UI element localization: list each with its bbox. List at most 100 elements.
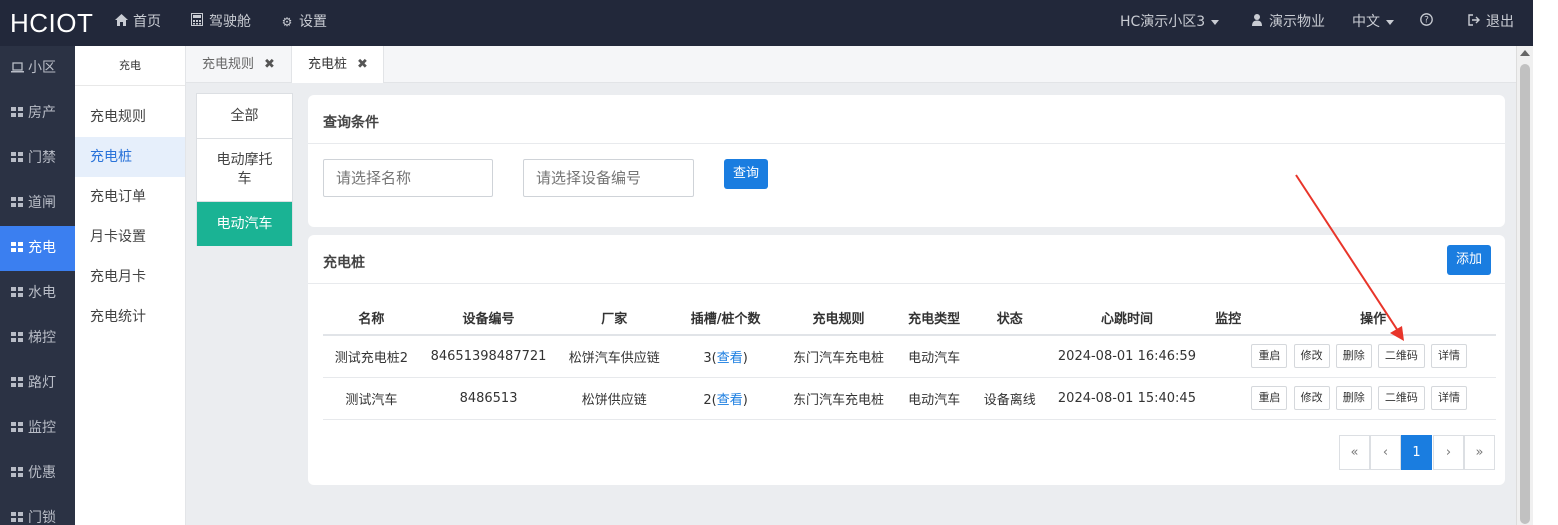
grid-icon <box>11 242 24 253</box>
language-dropdown[interactable]: 中文 <box>1352 0 1394 46</box>
sidebar-item-utility[interactable]: 水电 <box>0 271 75 316</box>
search-button[interactable]: 查询 <box>724 159 768 189</box>
page-first-button[interactable]: « <box>1339 435 1370 470</box>
qrcode-button[interactable]: 二维码 <box>1377 344 1425 369</box>
help-button[interactable]: ? <box>1420 0 1433 46</box>
chevron-down-icon <box>1211 19 1220 25</box>
nav-home[interactable]: 首页 <box>114 0 161 46</box>
details-button[interactable]: 详情 <box>1431 386 1467 410</box>
tab-charging-piles[interactable]: 充电桩 ✖ <box>292 46 384 84</box>
nav-cockpit[interactable]: 驾驶舱 <box>190 0 251 46</box>
logout-label: 退出 <box>1486 14 1514 30</box>
sidebar-item-label: 小区 <box>28 60 56 76</box>
slot-count: 2 <box>703 392 712 408</box>
user-menu[interactable]: 演示物业 <box>1250 0 1325 46</box>
cell-heartbeat: 2024-08-01 15:40:45 <box>1048 377 1206 420</box>
tab-charging-rules[interactable]: 充电规则 ✖ <box>186 46 292 83</box>
type-filter-e-motorcycle[interactable]: 电动摩托车 <box>197 139 292 202</box>
sidebar-item-barrier[interactable]: 道闸 <box>0 181 75 226</box>
user-icon <box>1250 0 1264 44</box>
close-icon[interactable]: ✖ <box>357 46 368 83</box>
grid-icon <box>11 422 24 433</box>
restart-button[interactable]: 重启 <box>1251 386 1288 410</box>
tab-label: 充电桩 <box>308 57 348 72</box>
grid-icon <box>11 332 24 343</box>
delete-button[interactable]: 删除 <box>1335 386 1372 410</box>
sidebar-item-label: 房产 <box>28 105 56 121</box>
sidebar-item-property[interactable]: 房产 <box>0 91 75 136</box>
nav-settings[interactable]: ⚙ 设置 <box>280 0 327 46</box>
cell-slots: 3(查看) <box>671 335 781 378</box>
gear-icon: ⚙ <box>281 15 293 29</box>
page-next-button[interactable]: › <box>1433 435 1464 470</box>
submenu-item-charging-stats[interactable]: 充电统计 <box>75 297 185 337</box>
community-dropdown[interactable]: HC演示小区3 <box>1120 0 1220 46</box>
sidebar-item-charging[interactable]: 充电 <box>0 226 75 271</box>
sidebar-item-elevator[interactable]: 梯控 <box>0 316 75 361</box>
sidebar-item-label: 充电 <box>28 240 56 256</box>
user-name: 演示物业 <box>1269 14 1325 30</box>
column-header: 厂家 <box>557 300 672 336</box>
grid-icon <box>11 377 24 388</box>
column-header: 监控 <box>1205 300 1251 336</box>
table-header-row: 名称 设备编号 厂家 插槽/桩个数 充电规则 充电类型 状态 心跳时间 监控 操… <box>323 300 1496 336</box>
grid-icon <box>11 107 24 118</box>
details-button[interactable]: 详情 <box>1431 344 1467 369</box>
page-tabs: 充电规则 ✖ 充电桩 ✖ <box>186 46 1516 84</box>
sidebar-item-label: 道闸 <box>28 195 56 211</box>
type-filter: 全部 电动摩托车 电动汽车 <box>196 93 293 246</box>
scroll-thumb[interactable] <box>1520 64 1530 524</box>
type-filter-all[interactable]: 全部 <box>197 94 292 139</box>
submenu-item-monthly-card-settings[interactable]: 月卡设置 <box>75 217 185 257</box>
scroll-up-icon[interactable] <box>1520 50 1530 56</box>
slot-count: 3 <box>703 350 712 366</box>
main-sidebar: 小区 房产 门禁 道闸 充电 水电 梯控 路灯 监控 优惠 门锁 <box>0 46 75 525</box>
svg-text:?: ? <box>1424 16 1429 26</box>
page-prev-button[interactable]: ‹ <box>1370 435 1401 470</box>
nav-settings-label: 设置 <box>299 14 327 30</box>
cell-monitor <box>1205 335 1251 378</box>
cell-actions: 重启 修改 删除 二维码 详情 <box>1250 377 1496 420</box>
sidebar-item-access[interactable]: 门禁 <box>0 136 75 181</box>
page-last-button[interactable]: » <box>1464 435 1495 470</box>
cell-name: 测试汽车 <box>323 377 420 420</box>
sidebar-item-doorlock[interactable]: 门锁 <box>0 496 75 525</box>
brand-logo[interactable]: HCIOT <box>10 8 93 39</box>
sign-out-icon <box>1467 0 1481 44</box>
sidebar-item-label: 门禁 <box>28 150 56 166</box>
add-button[interactable]: 添加 <box>1447 245 1491 275</box>
device-code-search-input[interactable] <box>523 159 694 197</box>
pagination: « ‹ 1 › » <box>1339 435 1496 470</box>
cell-device-code: 8486513 <box>419 377 558 420</box>
page-scrollbar[interactable] <box>1516 46 1533 525</box>
sidebar-item-community[interactable]: 小区 <box>0 46 75 91</box>
logout-button[interactable]: 退出 <box>1467 0 1514 46</box>
name-search-input[interactable] <box>323 159 493 197</box>
view-slots-link[interactable]: 查看 <box>717 351 743 366</box>
sidebar-item-discount[interactable]: 优惠 <box>0 451 75 496</box>
sidebar-item-streetlight[interactable]: 路灯 <box>0 361 75 406</box>
sidebar-item-label: 优惠 <box>28 465 56 481</box>
divider <box>308 283 1505 284</box>
view-slots-link[interactable]: 查看 <box>717 393 743 408</box>
type-filter-e-car[interactable]: 电动汽车 <box>197 202 292 246</box>
restart-button[interactable]: 重启 <box>1251 344 1288 369</box>
cell-name: 测试充电桩2 <box>323 335 420 378</box>
column-header: 状态 <box>971 300 1049 336</box>
close-icon[interactable]: ✖ <box>264 46 275 83</box>
submenu-item-charging-orders[interactable]: 充电订单 <box>75 177 185 217</box>
page-current-button[interactable]: 1 <box>1401 435 1432 470</box>
submenu-item-monthly-cards[interactable]: 充电月卡 <box>75 257 185 297</box>
cell-slots: 2(查看) <box>671 377 781 420</box>
edit-button[interactable]: 修改 <box>1293 344 1330 369</box>
delete-button[interactable]: 删除 <box>1335 344 1372 369</box>
sidebar-item-monitor[interactable]: 监控 <box>0 406 75 451</box>
column-header: 充电规则 <box>780 300 897 336</box>
qrcode-button[interactable]: 二维码 <box>1377 386 1425 410</box>
submenu-item-charging-piles[interactable]: 充电桩 <box>75 137 185 177</box>
submenu-item-charging-rules[interactable]: 充电规则 <box>75 97 185 137</box>
edit-button[interactable]: 修改 <box>1293 386 1330 410</box>
home-icon <box>114 0 128 44</box>
column-header: 插槽/桩个数 <box>671 300 781 336</box>
laptop-icon <box>11 47 24 92</box>
